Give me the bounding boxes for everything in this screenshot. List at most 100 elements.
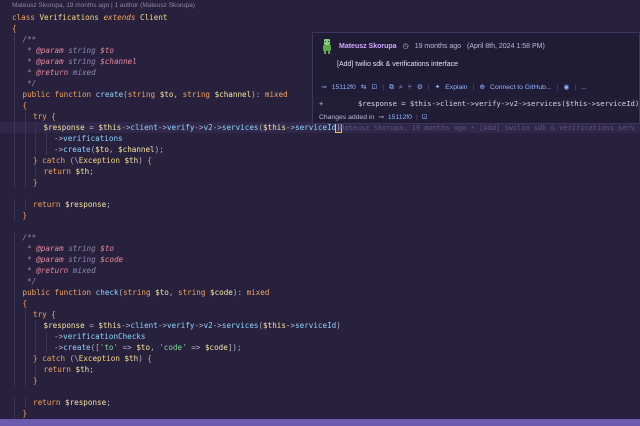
- code-text: */: [23, 276, 36, 287]
- code-token: ->: [157, 321, 167, 330]
- connect-github-link[interactable]: Connect to GitHub...: [490, 84, 552, 91]
- code-token: try: [33, 310, 52, 319]
- indent-guide: [24, 199, 26, 210]
- code-line[interactable]: /**: [0, 232, 640, 243]
- code-line[interactable]: }: [0, 177, 640, 188]
- changes-label: Changes added in: [319, 113, 375, 121]
- code-line[interactable]: try {: [0, 309, 640, 320]
- explain-link[interactable]: Explain: [445, 84, 467, 91]
- indent-guide: [35, 133, 36, 144]
- code-line[interactable]: }: [0, 210, 640, 221]
- code-token: $response: [43, 321, 85, 330]
- code-token: ->: [157, 123, 167, 132]
- code-token: =>: [186, 343, 205, 352]
- code-line[interactable]: ->verifications: [0, 133, 640, 144]
- code-line[interactable]: [0, 188, 640, 199]
- code-token: {: [22, 299, 28, 308]
- code-token: public: [22, 288, 55, 297]
- code-token: ->: [212, 123, 222, 132]
- code-line[interactable]: return $response;: [0, 199, 640, 210]
- indent-guide: [14, 320, 15, 331]
- code-token: $code: [100, 255, 124, 264]
- code-text: $response = $this->client->verify->v2->s…: [44, 320, 341, 331]
- code-line[interactable]: } catch (\Exception $th) {: [0, 155, 640, 166]
- code-token: verify: [166, 123, 195, 132]
- code-line[interactable]: return $th;: [0, 166, 640, 177]
- code-token: $to: [159, 90, 174, 99]
- code-token: {: [147, 354, 152, 363]
- code-text: }: [23, 210, 28, 221]
- code-token: $response: [65, 398, 107, 407]
- code-text: ->verifications: [54, 133, 123, 144]
- indent-guide: [14, 34, 15, 45]
- indent-guide: [24, 331, 26, 342]
- code-token: string: [68, 46, 101, 55]
- separator: |: [382, 83, 384, 91]
- code-text: ->verificationChecks: [54, 331, 145, 342]
- code-token: =>: [118, 343, 137, 352]
- changes-sha-link[interactable]: 15112f0: [388, 114, 412, 121]
- code-token: $response: [65, 200, 107, 209]
- code-text: class Verifications extends Client: [12, 12, 167, 23]
- code-token: {: [51, 310, 56, 319]
- search-icon[interactable]: ⌕: [399, 83, 403, 92]
- code-line[interactable]: [0, 221, 640, 232]
- code-token: );: [154, 145, 164, 154]
- code-token: =: [84, 321, 99, 330]
- code-token: ,: [168, 288, 178, 297]
- indent-guide: [35, 364, 36, 375]
- code-line[interactable]: } catch (\Exception $th) {: [0, 353, 640, 364]
- code-line[interactable]: [0, 386, 640, 397]
- settings-icon[interactable]: ⚙: [417, 83, 423, 91]
- copy-icon[interactable]: ⧉: [389, 83, 394, 92]
- code-token: client: [130, 321, 158, 330]
- more-button[interactable]: ...: [581, 84, 587, 91]
- github-icon[interactable]: ◉: [563, 83, 569, 91]
- code-token: catch: [42, 354, 70, 363]
- graph-icon[interactable]: ⑂: [408, 83, 412, 91]
- codelens[interactable]: Mateusz Skorupa, 19 months ago | 1 autho…: [12, 2, 195, 12]
- code-line[interactable]: public function check(string $to, string…: [0, 287, 640, 298]
- code-line[interactable]: * @return mixed: [0, 265, 640, 276]
- commit-sha-link[interactable]: 15112f0: [332, 84, 356, 91]
- code-token: serviceId: [295, 321, 337, 330]
- open-changes-icon[interactable]: ⊡: [371, 83, 377, 91]
- indent-guide: [14, 331, 15, 342]
- code-line[interactable]: ->create(['to' => $to, 'code' => $code])…: [0, 342, 640, 353]
- code-line[interactable]: {: [0, 298, 640, 309]
- code-token: }: [33, 156, 43, 165]
- code-line[interactable]: class Verifications extends Client: [0, 12, 640, 23]
- code-line[interactable]: * @param string $to: [0, 243, 640, 254]
- indent-guide: [14, 166, 15, 177]
- code-line[interactable]: * @param string $code: [0, 254, 640, 265]
- compare-icon[interactable]: ⇆: [361, 83, 367, 91]
- code-token: $th: [75, 365, 90, 374]
- code-token: ([: [90, 343, 100, 352]
- code-line[interactable]: return $response;: [0, 397, 640, 408]
- code-text: /**: [23, 34, 37, 45]
- code-line[interactable]: }: [0, 375, 640, 386]
- commit-author[interactable]: Mateusz Skorupa: [339, 43, 397, 50]
- code-token: {: [147, 156, 152, 165]
- code-token: $to: [100, 244, 114, 253]
- code-line[interactable]: return $th;: [0, 364, 640, 375]
- indent-guide: [14, 408, 15, 419]
- code-token: *: [22, 46, 37, 55]
- code-token: 'to': [99, 343, 119, 352]
- code-line[interactable]: }: [0, 408, 640, 419]
- code-line[interactable]: ->create($to, $channel);: [0, 144, 640, 155]
- code-line[interactable]: */: [0, 276, 640, 287]
- code-text: $response = $this->client->verify->v2->s…: [44, 122, 342, 133]
- open-changes-icon[interactable]: ⊡: [422, 113, 428, 121]
- code-line[interactable]: $response = $this->client->verify->v2->s…: [0, 320, 640, 331]
- code-token: ->: [194, 321, 204, 330]
- indent-guide: [24, 111, 26, 122]
- code-text: }: [23, 408, 28, 419]
- indent-guide: [24, 375, 26, 386]
- code-token: services: [221, 123, 259, 132]
- code-token: string: [127, 90, 160, 99]
- code-token: ]);: [227, 343, 242, 352]
- code-token: function: [54, 90, 96, 99]
- code-line[interactable]: ->verificationChecks: [0, 331, 640, 342]
- indent-guide: [35, 320, 36, 331]
